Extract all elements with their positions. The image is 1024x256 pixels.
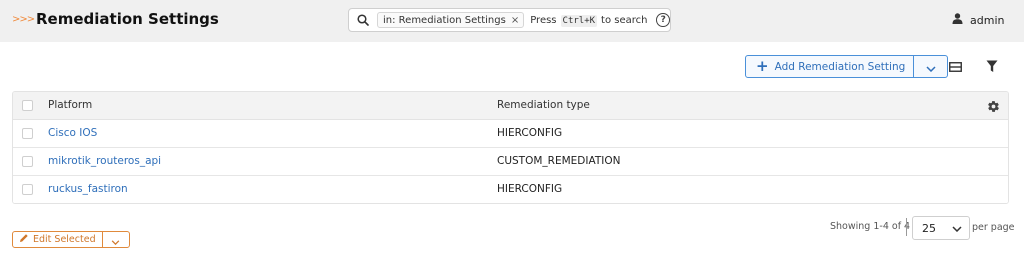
remediation-type-cell: HIERCONFIG xyxy=(497,183,563,195)
per-page-label: per page xyxy=(972,222,1015,233)
edit-options-dropdown[interactable] xyxy=(103,232,129,247)
chevron-down-icon xyxy=(111,230,120,249)
table-row: mikrotik_routeros_api CUSTOM_REMEDIATION xyxy=(13,148,1008,176)
chevron-down-icon xyxy=(926,57,936,76)
per-page-select[interactable]: 25 xyxy=(912,216,970,240)
global-search-bar[interactable]: in: Remediation Settings × Press Ctrl+K to… xyxy=(348,8,671,32)
edit-selected-label: Edit Selected xyxy=(33,234,96,245)
filter-icon[interactable] xyxy=(986,58,998,77)
column-header-remediation-type[interactable]: Remediation type xyxy=(497,99,590,111)
search-hint-before: Press xyxy=(530,14,557,26)
edit-selected-group: Edit Selected xyxy=(12,231,130,248)
add-options-dropdown[interactable] xyxy=(914,56,947,77)
search-icon xyxy=(357,14,369,26)
keyboard-shortcut: Ctrl+K xyxy=(560,14,598,27)
pagination-summary: Showing 1-4 of 4 xyxy=(830,221,911,232)
user-name: admin xyxy=(970,13,1005,27)
platform-link[interactable]: mikrotik_routeros_api xyxy=(48,155,161,167)
user-icon xyxy=(952,13,970,27)
add-remediation-setting-button[interactable]: + Add Remediation Setting xyxy=(746,56,915,77)
remediation-settings-table: Platform Remediation type Cisco IOS HIER… xyxy=(12,91,1009,204)
top-header: >>> Remediation Settings in: Remediation… xyxy=(0,0,1024,42)
search-hint-after: to search xyxy=(601,14,648,26)
platform-link[interactable]: Cisco IOS xyxy=(48,127,97,139)
platform-link[interactable]: ruckus_fastiron xyxy=(48,183,128,195)
add-button-label: Add Remediation Setting xyxy=(774,60,906,73)
table-header: Platform Remediation type xyxy=(13,92,1008,120)
pencil-icon xyxy=(19,233,33,246)
column-header-platform[interactable]: Platform xyxy=(48,99,92,111)
gear-icon[interactable] xyxy=(987,98,1000,117)
remediation-type-cell: HIERCONFIG xyxy=(497,127,563,139)
row-checkbox[interactable] xyxy=(22,156,33,167)
row-checkbox[interactable] xyxy=(22,184,33,195)
edit-selected-button[interactable]: Edit Selected xyxy=(13,232,103,247)
search-scope-label: in: Remediation Settings xyxy=(383,14,506,26)
chevron-down-icon xyxy=(952,222,962,235)
user-menu[interactable]: admin xyxy=(952,13,1004,27)
row-checkbox[interactable] xyxy=(22,128,33,139)
per-page-value: 25 xyxy=(922,221,936,235)
plus-icon: + xyxy=(756,57,769,75)
help-icon[interactable]: ? xyxy=(656,13,670,27)
select-all-checkbox[interactable] xyxy=(22,100,33,111)
search-hint: Press Ctrl+K to search xyxy=(530,14,648,27)
search-scope-chip[interactable]: in: Remediation Settings × xyxy=(377,12,525,28)
remediation-type-cell: CUSTOM_REMEDIATION xyxy=(497,155,621,167)
page-title: Remediation Settings xyxy=(36,10,219,28)
table-row: Cisco IOS HIERCONFIG xyxy=(13,120,1008,148)
table-row: ruckus_fastiron HIERCONFIG xyxy=(13,176,1008,203)
brand-chevrons-icon: >>> xyxy=(12,14,35,25)
add-remediation-setting-group: + Add Remediation Setting xyxy=(745,55,949,78)
pagination-divider xyxy=(906,218,907,236)
close-icon[interactable]: × xyxy=(511,15,519,26)
layout-toggle-icon[interactable] xyxy=(949,58,962,77)
